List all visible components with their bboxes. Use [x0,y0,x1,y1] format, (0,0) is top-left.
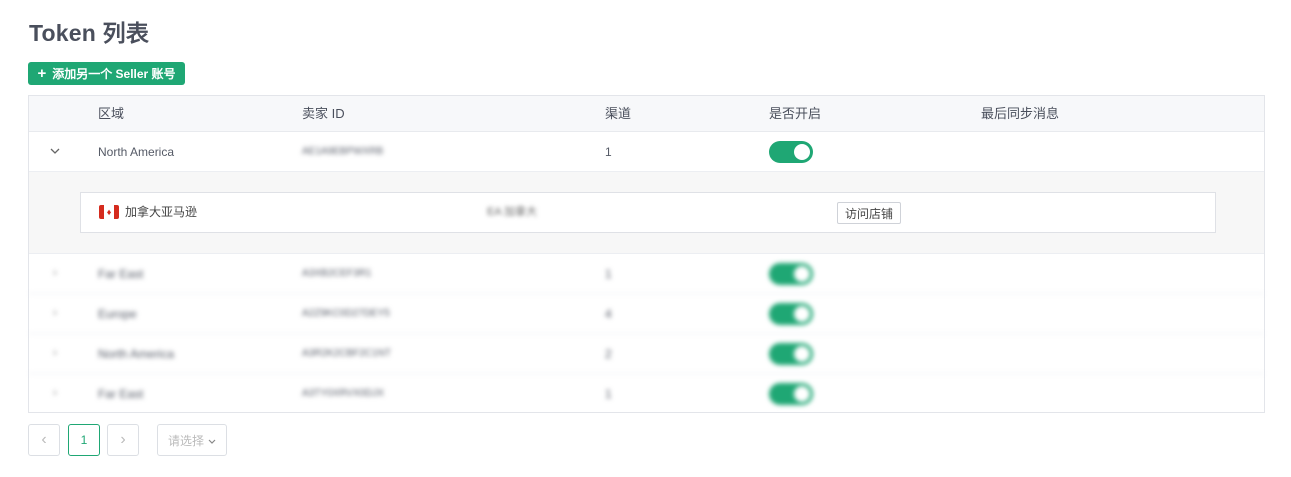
toggle-knob [794,386,810,402]
region-cell: Europe [98,307,137,321]
plus-icon: + [37,65,47,82]
enabled-toggle[interactable] [769,343,813,365]
region-cell: North America [98,145,175,159]
seller-id-cell: A3XB2CEF3R1 [302,268,372,279]
chevron-right-icon: › [120,431,126,448]
column-header-last-sync: 最后同步消息 [981,106,1060,121]
toggle-knob [794,306,810,322]
chevron-right-icon[interactable]: › [48,306,62,320]
toggle-knob [794,266,810,282]
page-title: Token 列表 [29,20,150,46]
chevron-right-icon[interactable]: › [48,266,62,280]
token-table: 区域 卖家 ID 渠道 是否开启 最后同步消息 North America AE… [28,95,1265,413]
visit-store-button[interactable]: 访问店铺 [837,202,901,224]
add-seller-account-label: 添加另一个 Seller 账号 [52,67,176,81]
table-row: › Far East A3TY0XRVX0DJX 1 [29,374,1264,414]
toggle-knob [794,144,810,160]
chevron-right-icon[interactable]: › [48,386,62,400]
table-header: 区域 卖家 ID 渠道 是否开启 最后同步消息 [29,96,1264,132]
canada-flag-icon: ♦ [99,205,119,219]
table-row: North America AE1A9EBPWXRB 1 [29,132,1264,172]
column-header-seller-id: 卖家 ID [302,106,345,121]
channel-cell: 2 [605,347,612,361]
prev-page-button[interactable]: ‹ [28,424,60,456]
table-row: › Far East A3XB2CEF3R1 1 [29,254,1264,294]
seller-id-cell: A3TY0XRVX0DJX [302,388,385,399]
enabled-toggle[interactable] [769,383,813,405]
channel-cell: 1 [605,145,612,159]
enabled-toggle[interactable] [769,141,813,163]
column-header-channel: 渠道 [605,106,632,121]
store-tag: EA 加拿大 [487,206,538,218]
seller-id-cell: AE1A9EBPWXRB [302,146,384,157]
enabled-toggle[interactable] [769,303,813,325]
column-header-enabled: 是否开启 [769,106,822,121]
region-cell: North America [98,347,175,361]
channel-cell: 1 [605,267,612,281]
column-header-region: 区域 [98,106,125,121]
page-size-select[interactable]: 请选择 [157,424,227,456]
toggle-knob [794,346,810,362]
store-name: 加拿大亚马逊 [125,205,198,219]
expanded-row-panel: ♦ 加拿大亚马逊 EA 加拿大 访问店铺 [29,172,1264,254]
enabled-toggle[interactable] [769,263,813,285]
chevron-down-icon[interactable] [48,144,62,158]
add-seller-account-button[interactable]: + 添加另一个 Seller 账号 [28,62,185,85]
table-row: › Europe A2Z9KC0D27DEY5 4 [29,294,1264,334]
channel-cell: 4 [605,307,612,321]
chevron-left-icon: ‹ [41,431,47,448]
region-cell: Far East [98,267,144,281]
next-page-button[interactable]: › [107,424,139,456]
page-size-placeholder: 请选择 [167,433,204,448]
page-1-button[interactable]: 1 [68,424,100,456]
channel-cell: 1 [605,387,612,401]
region-cell: Far East [98,387,144,401]
chevron-down-icon [208,433,216,447]
store-item: ♦ 加拿大亚马逊 EA 加拿大 访问店铺 [80,192,1216,233]
seller-id-cell: A2Z9KC0D27DEY5 [302,308,390,319]
seller-id-cell: A3R2K2CBF2C1NT [302,348,391,359]
chevron-right-icon[interactable]: › [48,346,62,360]
table-row: › North America A3R2K2CBF2C1NT 2 [29,334,1264,374]
